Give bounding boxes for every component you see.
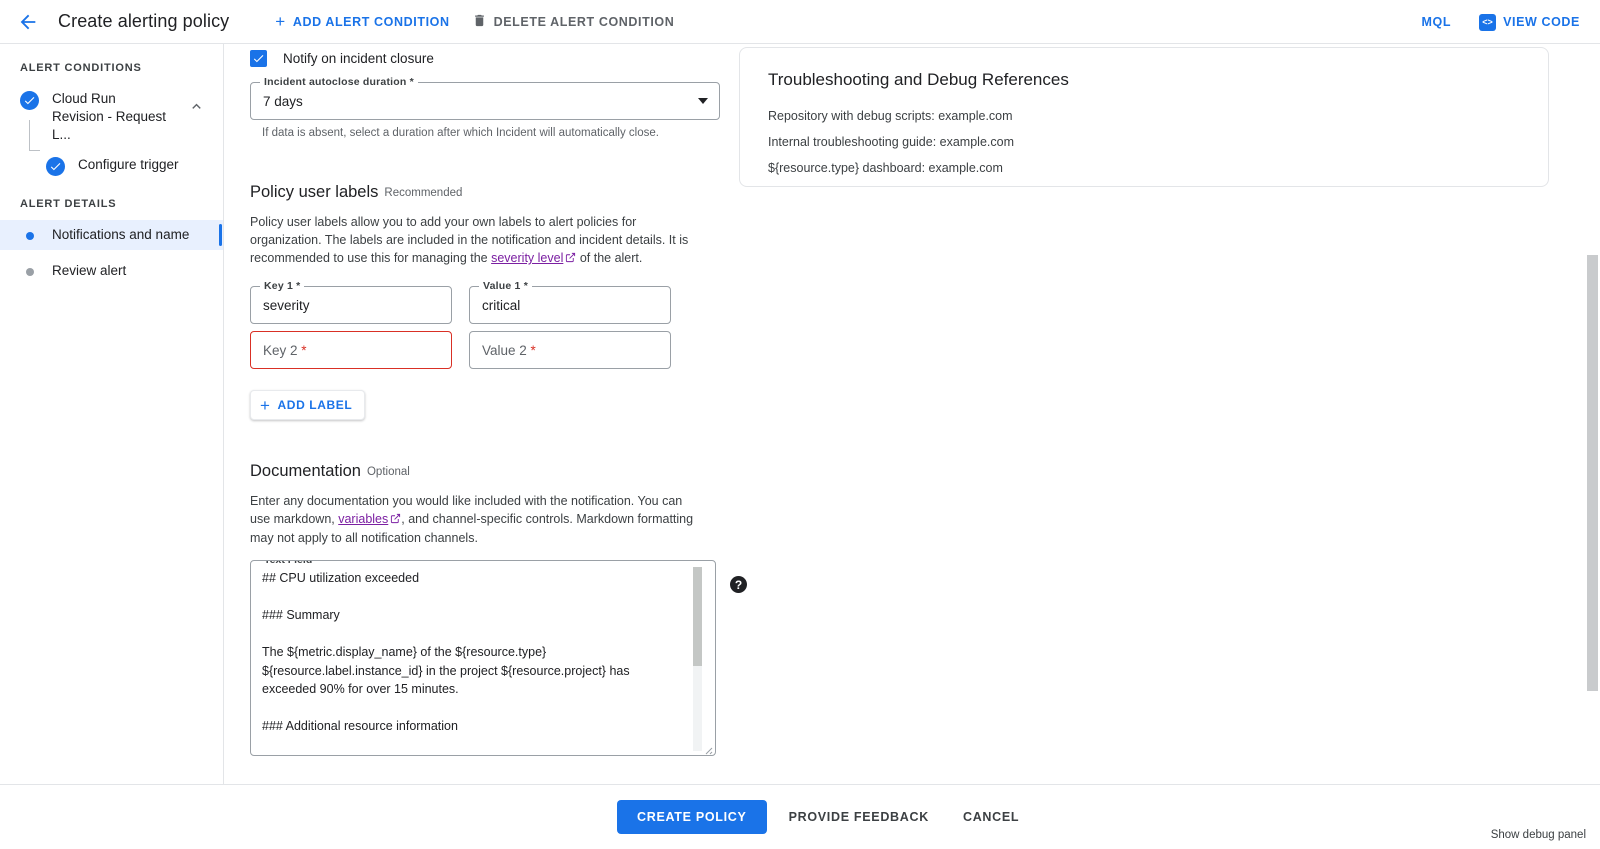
mql-button[interactable]: MQL: [1411, 6, 1461, 38]
chevron-down-icon: [698, 98, 708, 104]
create-policy-button[interactable]: CREATE POLICY: [617, 800, 767, 834]
troubleshooting-card-title: Troubleshooting and Debug References: [768, 70, 1069, 89]
show-debug-panel-link[interactable]: Show debug panel: [1491, 829, 1586, 841]
page-title: Create alerting policy: [58, 11, 230, 31]
troubleshooting-card: Troubleshooting and Debug References Rep…: [739, 47, 1549, 187]
sidebar: ALERT CONDITIONS Cloud Run Revision - Re…: [0, 44, 224, 784]
documentation-textarea-label: Text Field: [260, 561, 317, 566]
plus-icon: +: [275, 12, 286, 31]
cancel-button[interactable]: CANCEL: [951, 800, 1031, 834]
incident-autoclose-hint: If data is absent, select a duration aft…: [262, 127, 659, 139]
code-icon: <>: [1479, 13, 1497, 31]
plus-icon: +: [260, 395, 271, 415]
sidebar-heading-alert-details: ALERT DETAILS: [20, 198, 117, 210]
sidebar-item-review-alert-label: Review alert: [52, 263, 127, 278]
trash-icon: [472, 13, 487, 31]
troubleshooting-line-2: Internal troubleshooting guide: example.…: [768, 135, 1014, 149]
check-circle-icon: [20, 91, 39, 110]
add-label-button-text: ADD LABEL: [277, 398, 353, 412]
key-1-value: severity: [263, 297, 310, 313]
create-alerting-policy-page: Create alerting policy + ADD ALERT CONDI…: [0, 0, 1600, 849]
sidebar-heading-alert-conditions: ALERT CONDITIONS: [20, 62, 142, 74]
value-1-input[interactable]: Value 1 * critical: [469, 280, 671, 324]
delete-alert-condition-button[interactable]: DELETE ALERT CONDITION: [464, 6, 683, 38]
documentation-textarea[interactable]: Text Field ## CPU utilization exceeded #…: [250, 560, 716, 756]
documentation-textarea-value: ## CPU utilization exceeded ### Summary …: [262, 571, 630, 733]
arrow-left-icon: [17, 11, 39, 33]
active-indicator: [219, 224, 222, 246]
sidebar-item-configure-trigger-label: Configure trigger: [78, 157, 179, 172]
textarea-scrollbar[interactable]: [693, 567, 702, 751]
value-2-input[interactable]: Value 2 *: [469, 331, 671, 369]
page-footer: CREATE POLICY PROVIDE FEEDBACK CANCEL Sh…: [0, 784, 1600, 849]
delete-alert-condition-label: DELETE ALERT CONDITION: [493, 14, 675, 29]
textarea-scrollbar-thumb[interactable]: [693, 567, 702, 666]
sidebar-item-review-alert[interactable]: Review alert: [0, 256, 223, 286]
policy-user-labels-title: Policy user labels: [250, 183, 379, 201]
sidebar-item-configure-trigger[interactable]: Configure trigger: [0, 150, 223, 182]
troubleshooting-line-3: ${resource.type} dashboard: example.com: [768, 161, 1003, 175]
view-code-label: VIEW CODE: [1503, 15, 1580, 29]
documentation-description: Enter any documentation you would like i…: [250, 492, 705, 547]
documentation-badge: Optional: [366, 466, 410, 478]
key-1-input[interactable]: Key 1 * severity: [250, 280, 452, 324]
troubleshooting-line-1: Repository with debug scripts: example.c…: [768, 109, 1013, 123]
key-1-label: Key 1 *: [260, 280, 305, 292]
sidebar-item-condition[interactable]: Cloud Run Revision - Request L...: [0, 84, 223, 150]
sidebar-item-notifications-label: Notifications and name: [52, 227, 190, 242]
help-icon[interactable]: ?: [730, 576, 747, 593]
notify-closure-label: Notify on incident closure: [283, 51, 434, 66]
policy-labels-grid: Key 1 * severity Key 2 * Value 1 * criti…: [250, 280, 720, 369]
sidebar-item-condition-label: Cloud Run Revision - Request L...: [52, 91, 167, 142]
policy-user-labels-description: Policy user labels allow you to add your…: [250, 213, 705, 268]
bullet-icon: [26, 268, 34, 276]
chevron-up-icon[interactable]: [188, 98, 205, 120]
notify-on-incident-closure-row: Notify on incident closure: [250, 50, 720, 67]
main-content: Notify on incident closure Incident auto…: [225, 44, 1600, 784]
textarea-resize-handle[interactable]: [701, 742, 713, 755]
view-code-button[interactable]: <> VIEW CODE: [1471, 6, 1588, 38]
form-column: Notify on incident closure Incident auto…: [250, 44, 747, 756]
documentation-title: Documentation: [250, 462, 361, 480]
header-right-actions: MQL <> VIEW CODE: [1411, 0, 1588, 44]
sidebar-item-notifications-and-name[interactable]: Notifications and name: [0, 220, 223, 250]
keys-column: Key 1 * severity Key 2 *: [250, 280, 452, 369]
add-alert-condition-button[interactable]: + ADD ALERT CONDITION: [267, 6, 457, 38]
labels-desc-part2: of the alert.: [576, 251, 643, 265]
value-2-placeholder: Value 2 *: [482, 342, 536, 358]
bullet-icon: [26, 232, 34, 240]
external-link-icon: [565, 250, 576, 268]
values-column: Value 1 * critical Value 2 *: [469, 280, 671, 369]
incident-autoclose-duration-label: Incident autoclose duration *: [260, 76, 418, 88]
value-1-label: Value 1 *: [479, 280, 532, 292]
variables-link[interactable]: variables: [338, 512, 388, 526]
notify-closure-checkbox[interactable]: [250, 50, 267, 67]
page-scrollbar[interactable]: [1585, 44, 1600, 784]
sidebar-conditions-group: Cloud Run Revision - Request L... Config…: [0, 84, 223, 182]
add-alert-condition-label: ADD ALERT CONDITION: [292, 14, 450, 29]
policy-user-labels-heading: Policy user labels Recommended: [250, 183, 720, 202]
header-actions: + ADD ALERT CONDITION DELETE ALERT CONDI…: [267, 6, 682, 38]
incident-autoclose-duration-select[interactable]: Incident autoclose duration * 7 days: [250, 76, 720, 120]
documentation-textarea-wrapper: Text Field ## CPU utilization exceeded #…: [250, 560, 747, 756]
add-label-button[interactable]: + ADD LABEL: [250, 390, 366, 420]
key-2-placeholder: Key 2 *: [263, 342, 307, 358]
incident-autoclose-duration-value: 7 days: [263, 93, 303, 109]
back-button[interactable]: [8, 2, 48, 42]
policy-user-labels-badge: Recommended: [384, 187, 463, 199]
severity-level-link[interactable]: severity level: [491, 251, 563, 265]
provide-feedback-button[interactable]: PROVIDE FEEDBACK: [777, 800, 941, 834]
page-scrollbar-thumb[interactable]: [1587, 255, 1598, 691]
value-1-value: critical: [482, 297, 521, 313]
page-header: Create alerting policy + ADD ALERT CONDI…: [0, 0, 1600, 44]
footer-actions: CREATE POLICY PROVIDE FEEDBACK CANCEL: [617, 800, 1031, 834]
key-2-input[interactable]: Key 2 *: [250, 331, 452, 369]
external-link-icon: [390, 511, 401, 529]
documentation-heading: Documentation Optional: [250, 462, 720, 481]
check-circle-icon: [46, 157, 65, 176]
